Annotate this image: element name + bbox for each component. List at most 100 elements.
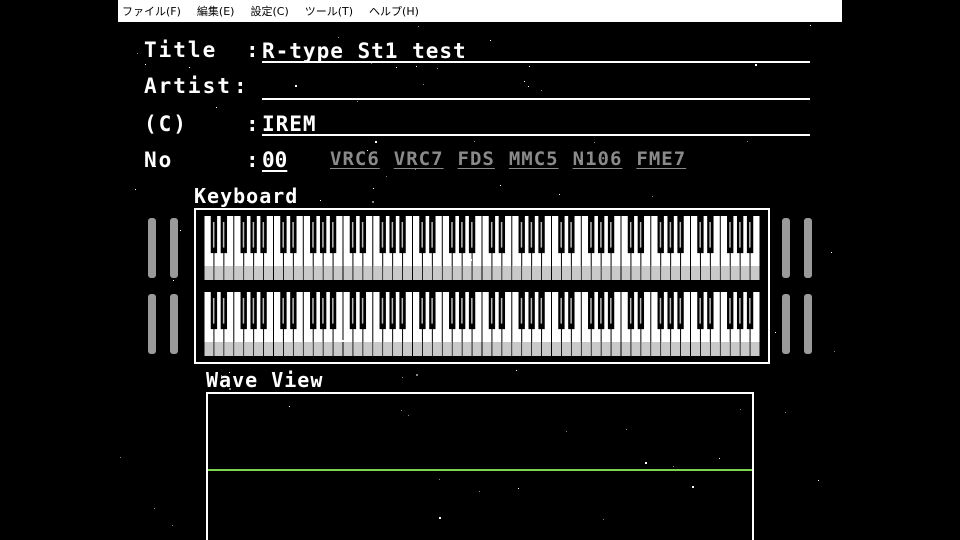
black-key-highlight (679, 222, 682, 248)
white-key-shade (293, 342, 303, 356)
black-key-highlight (351, 298, 354, 324)
black-key-highlight (590, 222, 592, 248)
star (386, 176, 387, 177)
white-key-shade (482, 266, 492, 280)
black-key-highlight (322, 298, 324, 324)
volume-bar-right-1a (782, 218, 790, 278)
player-window: ファイル(F) 編集(E) 設定(C) ツール(T) ヘルプ(H) Title … (118, 0, 842, 540)
star (416, 374, 418, 376)
white-key-shade (710, 266, 720, 280)
white-key-shade (383, 266, 393, 280)
white-key-shade (204, 342, 214, 356)
black-key-highlight (401, 222, 404, 248)
star (500, 185, 501, 186)
black-key-highlight (242, 298, 245, 324)
menu-file[interactable]: ファイル(F) (122, 3, 181, 19)
black-key-highlight (252, 298, 255, 324)
white-key-shade (512, 266, 522, 280)
star (755, 64, 757, 66)
black-key-highlight (639, 298, 642, 324)
black-key-highlight (699, 222, 701, 248)
white-key-shade (571, 266, 581, 280)
star (516, 370, 517, 371)
white-key-shade (403, 266, 412, 280)
star (831, 252, 832, 253)
expansion-chip-list: VRC6 VRC7 FDS MMC5 N106 FME7 (330, 148, 686, 170)
white-key-shade (492, 266, 502, 280)
white-key-shade (293, 266, 303, 280)
star (189, 67, 190, 68)
black-key-highlight (401, 298, 404, 324)
chip-mmc5: MMC5 (508, 148, 559, 170)
star (559, 194, 560, 195)
white-key-shade (651, 266, 661, 280)
white-key-shade (482, 342, 492, 356)
white-key-shade (214, 266, 224, 280)
black-key-highlight (282, 298, 284, 324)
star (416, 66, 417, 67)
white-key-shade (333, 342, 343, 356)
star (357, 101, 358, 102)
volume-bar-left-1a (148, 218, 156, 278)
black-key-highlight (381, 298, 384, 324)
chip-fds: FDS (457, 148, 495, 170)
star (402, 377, 403, 378)
menu-edit[interactable]: 編集(E) (197, 3, 235, 19)
black-key-highlight (461, 298, 463, 324)
white-key-shade (591, 266, 601, 280)
black-key-highlight (749, 298, 751, 324)
white-key-shade (244, 266, 254, 280)
song-number-colon: : (246, 148, 259, 172)
black-key-highlight (729, 222, 731, 248)
white-key-shade (611, 266, 621, 280)
black-key-highlight (540, 222, 543, 248)
star (375, 141, 377, 143)
black-key-highlight (669, 298, 672, 324)
black-key-highlight (699, 298, 701, 324)
star (154, 508, 155, 509)
black-key-highlight (629, 298, 632, 324)
white-key-shade (224, 342, 234, 356)
black-key-highlight (500, 222, 503, 248)
white-key-shade (581, 342, 591, 356)
white-key-shade (274, 342, 283, 356)
white-key-shade (323, 266, 333, 280)
black-key-highlight (500, 298, 503, 324)
black-key-highlight (669, 222, 672, 248)
white-key-shade (373, 266, 383, 280)
white-key-shade (224, 266, 234, 280)
black-key-highlight (629, 222, 632, 248)
white-key-shade (413, 342, 422, 356)
white-key-shade (740, 342, 750, 356)
black-key-highlight (600, 222, 602, 248)
white-key-shade (601, 342, 611, 356)
star (135, 189, 136, 190)
white-key-shade (621, 266, 631, 280)
black-key-highlight (461, 222, 463, 248)
white-key-shade (512, 342, 522, 356)
black-key-highlight (431, 298, 433, 324)
white-key-shade (581, 266, 591, 280)
white-key-shade (651, 342, 661, 356)
white-key-shade (671, 342, 681, 356)
star (834, 351, 835, 352)
volume-bar-left-2a (148, 294, 156, 354)
white-key-shade (363, 342, 373, 356)
menu-settings[interactable]: 設定(C) (250, 3, 288, 19)
white-key-shade (681, 342, 690, 356)
star (372, 201, 374, 203)
white-key-shade (691, 266, 700, 280)
black-key-highlight (530, 222, 533, 248)
menu-tools[interactable]: ツール(T) (305, 3, 353, 19)
white-key-shade (532, 342, 542, 356)
black-key-highlight (490, 222, 493, 248)
star (818, 480, 819, 481)
menu-help[interactable]: ヘルプ(H) (369, 3, 419, 19)
copyright-field: IREM (262, 112, 810, 136)
white-key-shade (303, 266, 313, 280)
white-key-shade (641, 342, 651, 356)
white-key-shade (442, 266, 452, 280)
black-key-highlight (312, 298, 314, 324)
white-key-shade (403, 342, 412, 356)
black-key-highlight (520, 298, 523, 324)
